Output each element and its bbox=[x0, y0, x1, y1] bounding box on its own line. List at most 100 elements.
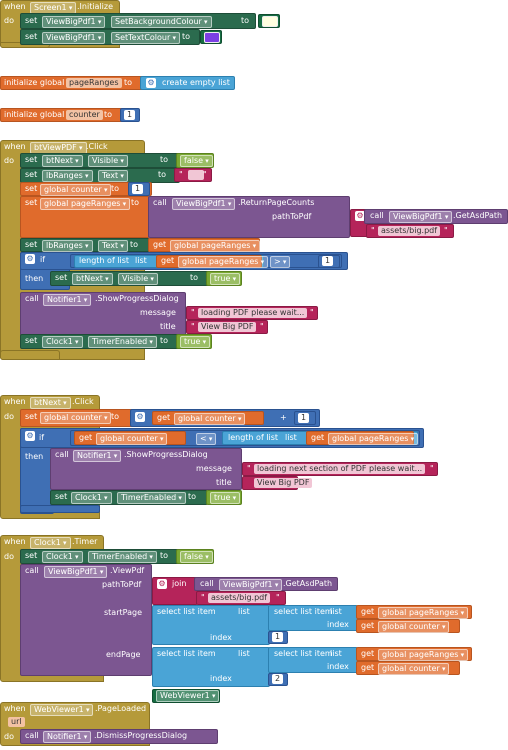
argument-label: message bbox=[196, 464, 232, 473]
variable-dropdown[interactable]: global counter bbox=[40, 412, 112, 424]
variable-dropdown[interactable]: global counter bbox=[96, 433, 168, 445]
event-parameter-url[interactable]: url bbox=[8, 717, 25, 727]
text-field[interactable]: View Big PDF bbox=[254, 478, 313, 488]
operator-dropdown[interactable]: < bbox=[196, 433, 217, 445]
variable-name-field[interactable]: pageRanges bbox=[66, 78, 122, 88]
number-field[interactable]: 1 bbox=[322, 256, 334, 266]
call-keyword: call bbox=[55, 450, 69, 459]
variable-dropdown[interactable]: global counter bbox=[40, 184, 112, 196]
blocks-workspace[interactable]: when Screen1 .Initialize do set ViewBigP… bbox=[0, 0, 508, 750]
component-dropdown[interactable]: ViewBigPdf1 bbox=[389, 211, 453, 223]
event-name: .Initialize bbox=[77, 2, 114, 11]
component-dropdown[interactable]: ViewBigPdf1 bbox=[219, 579, 283, 591]
when-keyword: when bbox=[4, 537, 26, 546]
get-keyword: get bbox=[79, 433, 93, 442]
event-name: .Timer bbox=[72, 537, 98, 546]
variable-dropdown[interactable]: global pageRanges bbox=[40, 198, 131, 210]
index-keyword: index bbox=[210, 633, 232, 642]
variable-dropdown[interactable]: global pageRanges bbox=[328, 433, 419, 445]
component-dropdown[interactable]: Clock1 bbox=[42, 551, 83, 563]
property-dropdown[interactable]: Visible bbox=[118, 273, 158, 285]
component-dropdown[interactable]: btNext bbox=[72, 273, 113, 285]
if-keyword: if bbox=[40, 255, 46, 264]
quote-mark: " bbox=[191, 322, 195, 331]
text-field[interactable]: loading next section of PDF please wait.… bbox=[254, 464, 426, 474]
text-field[interactable] bbox=[188, 170, 204, 180]
variable-dropdown[interactable]: global counter bbox=[378, 621, 450, 633]
property-dropdown[interactable]: SetBackgroundColour bbox=[111, 16, 212, 28]
gear-icon[interactable]: ⚙ bbox=[146, 78, 156, 88]
property-dropdown[interactable]: Visible bbox=[88, 155, 128, 167]
component-dropdown[interactable]: Clock1 bbox=[71, 492, 112, 504]
gear-icon[interactable]: ⚙ bbox=[25, 431, 35, 441]
property-dropdown[interactable]: TimerEnabled bbox=[117, 492, 186, 504]
component-dropdown[interactable]: Notifier1 bbox=[43, 731, 92, 743]
number-field[interactable]: 1 bbox=[298, 413, 310, 423]
component-dropdown[interactable]: btNext bbox=[30, 397, 71, 409]
component-dropdown[interactable]: Notifier1 bbox=[73, 450, 122, 462]
variable-dropdown[interactable]: global pageRanges bbox=[378, 607, 469, 619]
component-dropdown[interactable]: Notifier1 bbox=[43, 294, 92, 306]
variable-dropdown[interactable]: global pageRanges bbox=[170, 240, 261, 252]
gear-icon[interactable]: ⚙ bbox=[157, 579, 167, 589]
number-field[interactable]: 2 bbox=[272, 674, 284, 684]
number-field[interactable]: 1 bbox=[272, 632, 284, 642]
get-keyword: get bbox=[157, 413, 171, 422]
to-keyword: to bbox=[158, 170, 167, 179]
join-keyword: join bbox=[172, 579, 187, 588]
to-keyword: to bbox=[130, 240, 139, 249]
gear-icon[interactable]: ⚙ bbox=[135, 412, 145, 422]
text-field[interactable]: assets/big.pdf bbox=[378, 226, 441, 236]
to-keyword: to bbox=[160, 155, 169, 164]
property-dropdown[interactable]: Text bbox=[98, 240, 128, 252]
to-keyword: to bbox=[104, 110, 113, 119]
text-field[interactable]: loading PDF please wait... bbox=[198, 308, 308, 318]
variable-dropdown[interactable]: global counter bbox=[378, 663, 450, 675]
boolean-dropdown[interactable]: false bbox=[180, 551, 213, 563]
do-keyword: do bbox=[4, 16, 14, 25]
component-dropdown[interactable]: Clock1 bbox=[30, 537, 71, 549]
boolean-dropdown[interactable]: true bbox=[180, 336, 211, 348]
do-keyword: do bbox=[4, 732, 14, 741]
text-field[interactable]: View Big PDF bbox=[198, 322, 257, 332]
component-dropdown[interactable]: WebViewer1 bbox=[156, 690, 220, 702]
component-dropdown[interactable]: ViewBigPdf1 bbox=[42, 32, 106, 44]
set-keyword: set bbox=[25, 240, 38, 249]
property-dropdown[interactable]: TimerEnabled bbox=[88, 336, 157, 348]
set-keyword: set bbox=[25, 336, 38, 345]
number-field[interactable]: 1 bbox=[132, 184, 144, 194]
number-field[interactable]: 1 bbox=[124, 110, 136, 120]
component-dropdown[interactable]: ViewBigPdf1 bbox=[172, 198, 236, 210]
set-keyword: set bbox=[25, 198, 38, 207]
variable-dropdown[interactable]: global pageRanges bbox=[178, 256, 269, 268]
component-dropdown[interactable]: btNext bbox=[42, 155, 83, 167]
component-dropdown[interactable]: ViewBigPdf1 bbox=[44, 566, 108, 578]
boolean-dropdown[interactable]: false bbox=[180, 155, 213, 167]
boolean-dropdown[interactable]: true bbox=[210, 492, 241, 504]
list-keyword: list bbox=[285, 433, 297, 442]
boolean-dropdown[interactable]: true bbox=[210, 273, 241, 285]
variable-dropdown[interactable]: global counter bbox=[174, 413, 246, 425]
then-keyword: then bbox=[25, 452, 44, 461]
get-keyword: get bbox=[361, 649, 375, 658]
get-keyword: get bbox=[361, 663, 375, 672]
if-block-bottom bbox=[20, 505, 100, 513]
text-field[interactable]: assets/big.pdf bbox=[208, 593, 271, 603]
component-dropdown[interactable]: lbRanges bbox=[42, 170, 93, 182]
component-dropdown[interactable]: WebViewer1 bbox=[30, 704, 94, 716]
component-dropdown[interactable]: Clock1 bbox=[42, 336, 83, 348]
gear-icon[interactable]: ⚙ bbox=[25, 254, 35, 264]
variable-dropdown[interactable]: global pageRanges bbox=[378, 649, 469, 661]
color-swatch-purple[interactable] bbox=[204, 32, 220, 43]
event-name: .Click bbox=[86, 142, 108, 151]
variable-name-field[interactable]: counter bbox=[66, 110, 103, 120]
do-keyword: do bbox=[4, 552, 14, 561]
property-dropdown[interactable]: Text bbox=[98, 170, 128, 182]
method-name: .ShowProgressDialog bbox=[95, 294, 179, 303]
property-dropdown[interactable]: TimerEnabled bbox=[88, 551, 157, 563]
operator-dropdown[interactable]: > bbox=[270, 256, 291, 268]
component-dropdown[interactable]: ViewBigPdf1 bbox=[42, 16, 106, 28]
color-swatch-light-yellow[interactable] bbox=[262, 16, 278, 27]
component-dropdown[interactable]: lbRanges bbox=[42, 240, 93, 252]
property-dropdown[interactable]: SetTextColour bbox=[111, 32, 181, 44]
